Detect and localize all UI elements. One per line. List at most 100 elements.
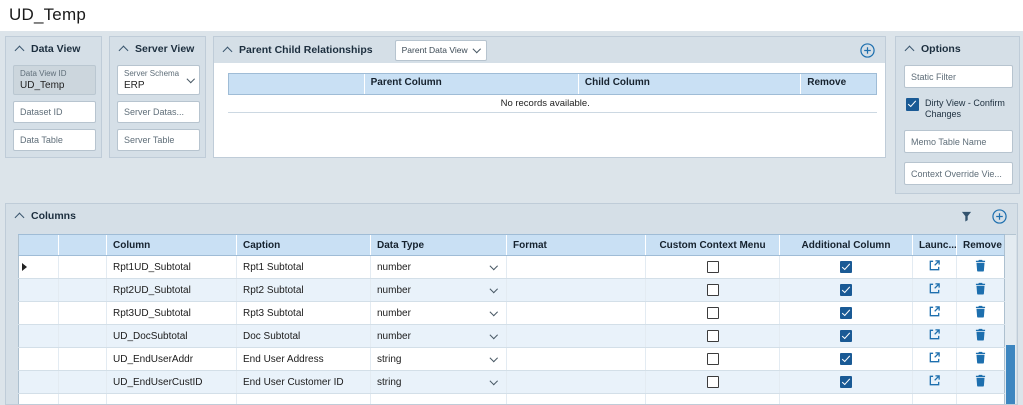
server-table-field[interactable]: Server Table bbox=[117, 129, 200, 151]
data-type-cell[interactable]: number bbox=[370, 301, 507, 325]
row-selector-cell[interactable] bbox=[18, 278, 59, 302]
header-cell-data-type[interactable]: Data Type bbox=[370, 234, 507, 256]
format-cell[interactable] bbox=[506, 347, 646, 371]
chevron-up-icon[interactable] bbox=[118, 45, 129, 56]
panel-data-view-header[interactable]: Data View bbox=[6, 37, 101, 61]
parent-data-view-select[interactable]: Parent Data View bbox=[394, 39, 487, 61]
add-column-button[interactable] bbox=[992, 208, 1007, 224]
additional-column-checkbox[interactable] bbox=[840, 307, 852, 319]
launch-cell[interactable] bbox=[912, 370, 957, 394]
data-type-select[interactable]: string bbox=[377, 354, 500, 365]
additional-column-checkbox[interactable] bbox=[840, 261, 852, 273]
remove-cell[interactable] bbox=[956, 370, 1005, 394]
panel-options-header[interactable]: Options bbox=[896, 37, 1019, 61]
row-selector-cell[interactable] bbox=[18, 301, 59, 325]
chevron-up-icon[interactable] bbox=[14, 45, 25, 56]
remove-cell[interactable] bbox=[956, 324, 1005, 348]
header-cell-format[interactable]: Format bbox=[506, 234, 646, 256]
row-selector-cell[interactable] bbox=[18, 324, 59, 348]
launch-cell[interactable] bbox=[912, 324, 957, 348]
panel-server-view-header[interactable]: Server View bbox=[110, 37, 205, 61]
format-cell[interactable] bbox=[506, 324, 646, 348]
custom-context-menu-checkbox[interactable] bbox=[706, 353, 719, 365]
grid-row[interactable]: Rpt2UD_Subtotal Rpt2 Subtotal number bbox=[18, 278, 1005, 302]
launch-cell[interactable] bbox=[912, 278, 957, 302]
row-selector-cell[interactable] bbox=[18, 347, 59, 371]
data-type-select[interactable]: number bbox=[377, 308, 500, 319]
add-relationship-button[interactable] bbox=[860, 42, 875, 58]
column-cell[interactable]: UD_DocSubtotal bbox=[106, 324, 237, 348]
remove-cell[interactable] bbox=[956, 301, 1005, 325]
caption-cell[interactable]: Doc Subtotal bbox=[236, 324, 371, 348]
caption-cell[interactable]: Rpt3 Subtotal bbox=[236, 301, 371, 325]
row-selector-cell[interactable] bbox=[18, 370, 59, 394]
grid-row[interactable]: Rpt1UD_Subtotal Rpt1 Subtotal number bbox=[18, 255, 1005, 279]
static-filter-field[interactable]: Static Filter bbox=[904, 65, 1013, 88]
field-label: Data Table bbox=[20, 135, 63, 145]
header-cell-column[interactable]: Column bbox=[106, 234, 237, 256]
custom-context-menu-checkbox[interactable] bbox=[706, 261, 719, 273]
launch-cell[interactable] bbox=[912, 255, 957, 279]
launch-cell[interactable] bbox=[912, 301, 957, 325]
data-type-select[interactable]: number bbox=[377, 331, 500, 342]
scrollbar-thumb[interactable] bbox=[1006, 345, 1015, 404]
caption-cell[interactable]: Rpt1 Subtotal bbox=[236, 255, 371, 279]
column-cell[interactable]: UD_EndUserAddr bbox=[106, 347, 237, 371]
caption-cell[interactable]: End User Address bbox=[236, 347, 371, 371]
header-cell-caption[interactable]: Caption bbox=[236, 234, 371, 256]
dataset-id-field[interactable]: Dataset ID bbox=[13, 101, 96, 123]
custom-context-menu-checkbox[interactable] bbox=[706, 284, 719, 296]
remove-cell[interactable] bbox=[956, 347, 1005, 371]
format-cell[interactable] bbox=[506, 278, 646, 302]
context-override-field[interactable]: Context Override Vie... bbox=[904, 162, 1013, 185]
data-type-cell[interactable]: string bbox=[370, 370, 507, 394]
filter-button[interactable] bbox=[961, 211, 972, 222]
format-cell[interactable] bbox=[506, 255, 646, 279]
custom-context-menu-checkbox[interactable] bbox=[706, 376, 719, 388]
data-type-select[interactable]: number bbox=[377, 285, 500, 296]
grid-row[interactable]: Rpt3UD_Subtotal Rpt3 Subtotal number bbox=[18, 301, 1005, 325]
row-selector-cell[interactable] bbox=[18, 255, 59, 279]
data-type-select[interactable]: number bbox=[377, 262, 500, 273]
data-table-field[interactable]: Data Table bbox=[13, 129, 96, 151]
chevron-up-icon[interactable] bbox=[14, 212, 25, 223]
custom-context-menu-checkbox[interactable] bbox=[706, 330, 719, 342]
column-cell[interactable]: Rpt3UD_Subtotal bbox=[106, 301, 237, 325]
grid-row[interactable]: UD_EndUserAddr End User Address string bbox=[18, 347, 1005, 371]
header-cell-remove[interactable]: Remove bbox=[956, 234, 1005, 256]
server-schema-select[interactable]: Server Schema ERP bbox=[117, 65, 200, 95]
custom-context-menu-checkbox[interactable] bbox=[706, 307, 719, 319]
column-cell[interactable]: Rpt1UD_Subtotal bbox=[106, 255, 237, 279]
launch-cell[interactable] bbox=[912, 347, 957, 371]
data-type-cell[interactable]: number bbox=[370, 278, 507, 302]
format-cell[interactable] bbox=[506, 301, 646, 325]
format-cell[interactable] bbox=[506, 370, 646, 394]
grid-row[interactable]: UD_EndUserCustID End User Customer ID stri… bbox=[18, 370, 1005, 394]
remove-cell[interactable] bbox=[956, 255, 1005, 279]
additional-column-checkbox[interactable] bbox=[840, 376, 852, 388]
header-cell-custom-context-menu[interactable]: Custom Context Menu bbox=[645, 234, 780, 256]
panel-columns-header[interactable]: Columns bbox=[6, 204, 1017, 228]
additional-column-checkbox[interactable] bbox=[840, 330, 852, 342]
data-type-select[interactable]: string bbox=[377, 377, 500, 388]
vertical-scrollbar[interactable] bbox=[1005, 234, 1016, 404]
additional-column-checkbox[interactable] bbox=[840, 353, 852, 365]
header-cell-launch[interactable]: Launc... bbox=[912, 234, 957, 256]
header-cell-additional-column[interactable]: Additional Column bbox=[779, 234, 913, 256]
additional-column-checkbox[interactable] bbox=[840, 284, 852, 296]
data-type-cell[interactable]: string bbox=[370, 347, 507, 371]
caption-cell[interactable]: Rpt2 Subtotal bbox=[236, 278, 371, 302]
column-cell[interactable]: UD_EndUserCustID bbox=[106, 370, 237, 394]
remove-cell[interactable] bbox=[956, 278, 1005, 302]
dirty-view-checkbox[interactable] bbox=[906, 98, 919, 111]
column-cell[interactable]: Rpt2UD_Subtotal bbox=[106, 278, 237, 302]
memo-table-name-field[interactable]: Memo Table Name bbox=[904, 130, 1013, 153]
caption-cell[interactable]: End User Customer ID bbox=[236, 370, 371, 394]
server-dataset-field[interactable]: Server Datas... bbox=[117, 101, 200, 123]
chevron-up-icon[interactable] bbox=[904, 45, 915, 56]
chevron-up-icon[interactable] bbox=[222, 46, 233, 57]
data-type-cell[interactable]: number bbox=[370, 324, 507, 348]
panel-parent-child-header[interactable]: Parent Child Relationships Parent Data V… bbox=[214, 37, 885, 63]
grid-row[interactable]: UD_DocSubtotal Doc Subtotal number bbox=[18, 324, 1005, 348]
data-type-cell[interactable]: number bbox=[370, 255, 507, 279]
